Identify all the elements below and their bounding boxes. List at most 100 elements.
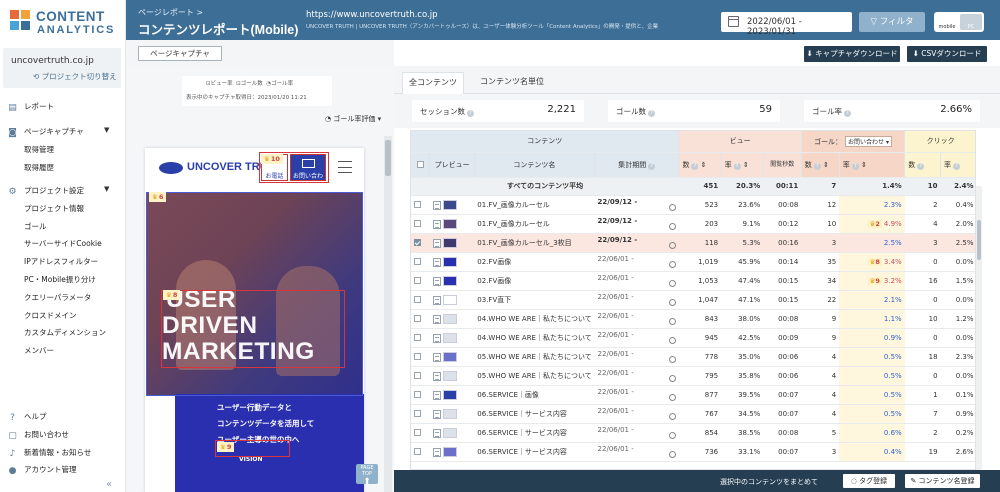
content-name[interactable]: 05.WHO WE ARE｜私たちについて <box>474 366 595 386</box>
tag-register-button[interactable]: ◌ タグ登録 <box>843 474 895 488</box>
table-row[interactable]: 05.WHO WE ARE｜私たちについて 22/06/01 -795 35.8% 0… <box>411 366 975 386</box>
sidebar-item-ip-filter[interactable]: IPアドレスフィルター <box>24 256 98 267</box>
clock-icon[interactable] <box>668 337 676 344</box>
sidebar-item-news[interactable]: ♪ 新着情報・お知らせ <box>8 447 92 459</box>
row-checkbox[interactable] <box>414 257 421 265</box>
content-thumbnail[interactable] <box>443 275 458 286</box>
device-mobile-option[interactable]: mobile <box>936 14 958 30</box>
col-click-rate[interactable]: 率? <box>940 152 975 178</box>
sidebar-item-query-params[interactable]: クエリーパラメータ <box>24 292 91 303</box>
help-icon[interactable]: ? <box>467 110 474 117</box>
row-checkbox[interactable] <box>414 295 421 303</box>
content-name-register-button[interactable]: ✎ コンテンツ名登録 <box>905 474 980 488</box>
row-checkbox[interactable] <box>414 333 421 341</box>
help-icon[interactable]: ? <box>917 162 925 170</box>
col-content-name[interactable]: コンテンツ名 <box>474 152 596 178</box>
page-capture-button[interactable]: ページキャプチャ <box>138 46 222 61</box>
col-goal-count[interactable]: 数? ⇕ <box>801 152 840 178</box>
clock-icon[interactable] <box>668 413 676 420</box>
document-icon[interactable] <box>432 238 441 248</box>
col-view-rate[interactable]: 率? ⇕ <box>721 152 764 178</box>
document-icon[interactable] <box>432 428 441 438</box>
col-goal-rate[interactable]: 率? ⇕ <box>839 152 906 178</box>
hamburger-menu-icon[interactable] <box>338 161 352 173</box>
table-row[interactable]: 01.FV_画像カルーセル 22/09/12 - 523 23.6% 00:08 12 2.… <box>411 195 975 215</box>
clock-icon[interactable] <box>668 356 676 363</box>
help-icon[interactable]: ? <box>648 110 655 117</box>
sidebar-item-goal[interactable]: ゴール <box>24 221 47 232</box>
document-icon[interactable] <box>432 352 441 362</box>
content-thumbnail[interactable] <box>443 370 458 381</box>
content-region-highlight[interactable] <box>161 290 345 368</box>
sidebar-item-contact[interactable]: ▢ お問い合わせ <box>8 429 69 441</box>
tab-all-contents[interactable]: 全コンテンツ <box>402 72 464 94</box>
row-checkbox[interactable] <box>414 428 421 436</box>
content-name[interactable]: 01.FV_画像カルーセル <box>474 214 595 234</box>
row-checkbox[interactable] <box>414 238 421 246</box>
content-name[interactable]: 05.WHO WE ARE｜私たちについて <box>474 347 595 367</box>
table-row[interactable]: 06.SERVICE｜サービス内容 22/06/01 - 736 33.1% 00:07… <box>411 442 975 462</box>
content-thumbnail[interactable] <box>443 237 458 248</box>
content-name[interactable]: 04.WHO WE ARE｜私たちについて <box>474 309 595 329</box>
content-thumbnail[interactable] <box>443 351 458 362</box>
capture-download-button[interactable]: ⬇ キャプチャダウンロード <box>804 46 900 62</box>
sidebar-item-custom-dimension[interactable]: カスタムディメンション <box>24 327 106 338</box>
sidebar-item-capture-history[interactable]: 取得履歴 <box>24 162 54 173</box>
table-row[interactable]: 05.WHO WE ARE｜私たちについて 22/06/01 -778 35.0% 0… <box>411 347 975 367</box>
content-thumbnail[interactable] <box>443 446 458 457</box>
document-icon[interactable] <box>432 257 441 267</box>
row-checkbox[interactable] <box>414 409 421 417</box>
sidebar-item-project-info[interactable]: プロジェクト情報 <box>24 203 84 214</box>
content-analytics-logo[interactable]: CONTENT ANALYTICS <box>10 8 120 38</box>
help-icon[interactable]: ? <box>844 110 851 117</box>
document-icon[interactable] <box>432 409 441 419</box>
content-name[interactable]: 01.FV_画像カルーセル_3枚目 <box>474 233 595 253</box>
content-name[interactable]: 04.WHO WE ARE｜私たちについて <box>474 328 595 348</box>
content-name[interactable]: 01.FV_画像カルーセル <box>474 195 595 215</box>
content-thumbnail[interactable] <box>443 408 458 419</box>
table-row[interactable]: 02.FV画像 22/06/01 -1,053 47.4% 00:15 34 ♛9 3.2%… <box>411 271 975 291</box>
help-icon[interactable]: ? <box>851 162 859 170</box>
content-name[interactable]: 06.SERVICE｜画像 <box>474 385 595 405</box>
breadcrumb[interactable]: ページレポート > <box>138 7 203 18</box>
col-click-count[interactable]: 数? <box>904 152 942 178</box>
content-name[interactable]: 06.SERVICE｜サービス内容 <box>474 423 595 443</box>
row-checkbox[interactable] <box>414 352 421 360</box>
sidebar-item-project-settings[interactable]: ⚙ プロジェクト設定 <box>8 185 84 197</box>
table-row[interactable]: 04.WHO WE ARE｜私たちについて 22/06/01 -945 42.5% 0… <box>411 328 975 348</box>
tab-by-content-name[interactable]: コンテンツ名単位 <box>472 72 552 94</box>
clock-icon[interactable] <box>668 261 676 268</box>
row-checkbox[interactable] <box>414 447 421 455</box>
chevron-down-icon[interactable]: ▼ <box>104 126 109 134</box>
table-row[interactable]: 06.SERVICE｜サービス内容 22/06/01 - 767 34.5% 00:07… <box>411 404 975 424</box>
table-row[interactable]: 06.SERVICE｜画像 22/06/01 - 877 39.5% 00:07 4 0.5… <box>411 385 975 405</box>
table-row[interactable]: 01.FV_画像カルーセル 22/09/12 -203 9.1% 00:12 10 ♛2 4… <box>411 214 975 234</box>
document-icon[interactable] <box>432 390 441 400</box>
table-row[interactable]: 04.WHO WE ARE｜私たちについて 22/06/01 - 843 38.0% 0… <box>411 309 975 329</box>
table-row[interactable]: 01.FV_画像カルーセル_3枚目 22/09/12 -118 5.3% 00:16 3… <box>411 233 975 253</box>
table-scrollbar-thumb[interactable] <box>977 220 981 260</box>
capture-scrollbar[interactable] <box>384 136 392 492</box>
document-icon[interactable] <box>432 314 441 324</box>
content-thumbnail[interactable] <box>443 218 458 229</box>
document-icon[interactable] <box>432 200 441 210</box>
clock-icon[interactable] <box>668 451 676 458</box>
content-name[interactable]: 06.SERVICE｜サービス内容 <box>474 404 595 424</box>
clock-icon[interactable] <box>668 242 676 249</box>
select-all-checkbox[interactable] <box>416 160 424 168</box>
col-period[interactable]: 集計期間? <box>594 152 680 178</box>
sidebar-item-device-split[interactable]: PC・Mobile振り分け <box>24 274 96 285</box>
sidebar-item-page-capture[interactable]: ◙ ページキャプチャ <box>8 126 84 138</box>
content-name[interactable]: 03.FV直下 <box>474 290 595 310</box>
table-row[interactable]: 02.FV画像 22/06/01 -1,019 45.9% 00:14 35 ♛8 3.4%… <box>411 252 975 272</box>
col-dwell[interactable]: 閲覧秒数 <box>763 152 802 178</box>
filter-button[interactable]: ▽ フィルタ <box>859 12 925 32</box>
csv-download-button[interactable]: ⬇ CSVダウンロード <box>907 46 987 62</box>
content-name[interactable]: 02.FV画像 <box>474 271 595 291</box>
device-pc-option[interactable]: PC <box>960 14 982 30</box>
help-icon[interactable]: ? <box>733 162 741 170</box>
clock-icon[interactable] <box>668 318 676 325</box>
row-checkbox[interactable] <box>414 276 421 284</box>
sidebar-item-server-cookie[interactable]: サーバーサイドCookie <box>24 238 102 249</box>
collapse-sidebar-icon[interactable]: « <box>106 479 112 490</box>
